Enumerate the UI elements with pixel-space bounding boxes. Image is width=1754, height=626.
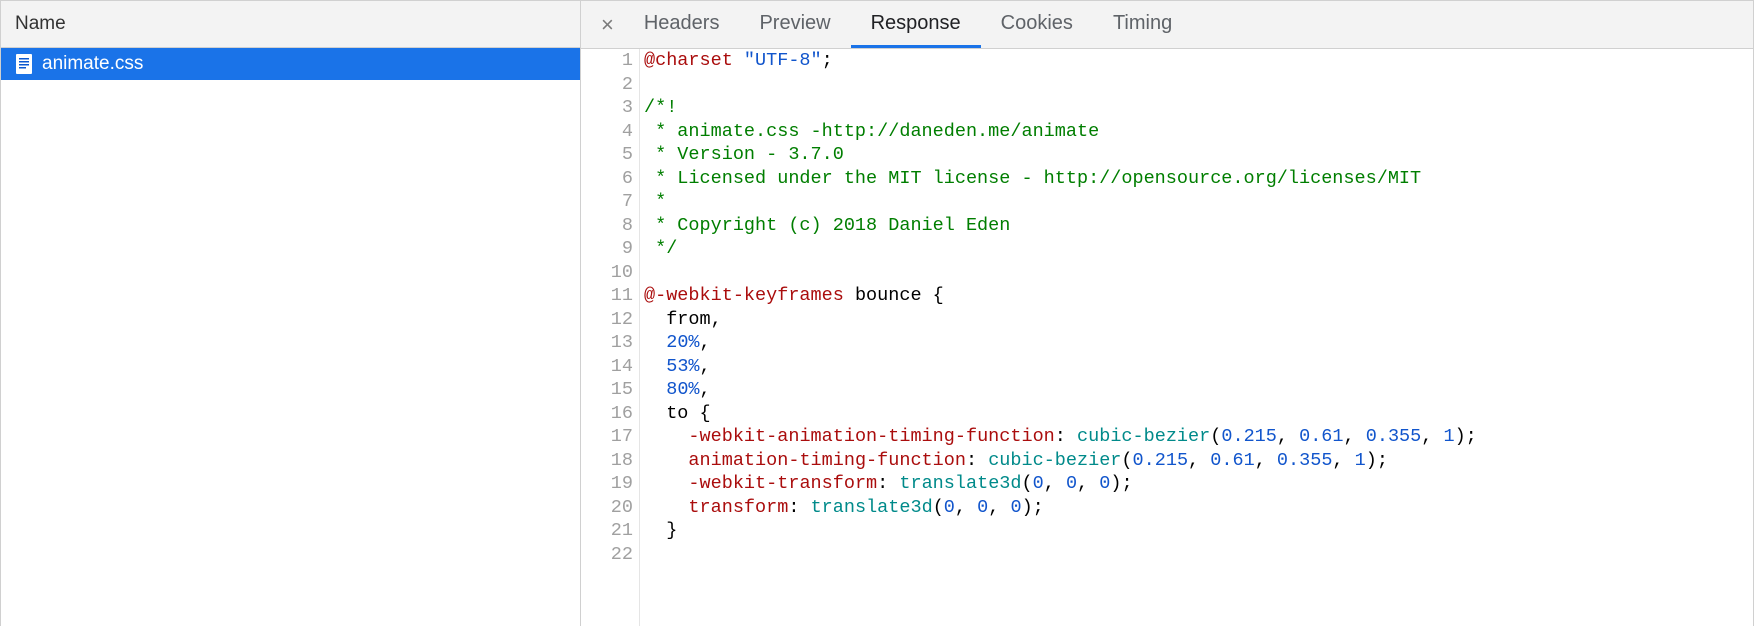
code-line xyxy=(644,543,1477,567)
code-area[interactable]: 12345678910111213141516171819202122 @cha… xyxy=(581,49,1753,626)
line-number: 5 xyxy=(591,143,633,167)
tab-response[interactable]: Response xyxy=(851,1,981,48)
code-line: 20%, xyxy=(644,331,1477,355)
line-number: 19 xyxy=(591,472,633,496)
close-icon[interactable]: × xyxy=(591,14,624,36)
file-row[interactable]: animate.css xyxy=(1,48,580,80)
code-line: * Version - 3.7.0 xyxy=(644,143,1477,167)
code-line: 80%, xyxy=(644,378,1477,402)
line-gutter: 12345678910111213141516171819202122 xyxy=(581,49,640,626)
line-number: 8 xyxy=(591,214,633,238)
tab-timing[interactable]: Timing xyxy=(1093,1,1192,48)
line-number: 4 xyxy=(591,120,633,144)
code-line: @charset "UTF-8"; xyxy=(644,49,1477,73)
line-number: 15 xyxy=(591,378,633,402)
file-icon xyxy=(15,53,33,75)
file-list: animate.css xyxy=(1,48,580,626)
code-line xyxy=(644,73,1477,97)
code-line: animation-timing-function: cubic-bezier(… xyxy=(644,449,1477,473)
line-number: 6 xyxy=(591,167,633,191)
code-line: -webkit-animation-timing-function: cubic… xyxy=(644,425,1477,449)
code-line: transform: translate3d(0, 0, 0); xyxy=(644,496,1477,520)
code-line: 53%, xyxy=(644,355,1477,379)
line-number: 9 xyxy=(591,237,633,261)
line-number: 18 xyxy=(591,449,633,473)
name-column-header[interactable]: Name xyxy=(1,1,580,48)
line-number: 14 xyxy=(591,355,633,379)
code-line: @-webkit-keyframes bounce { xyxy=(644,284,1477,308)
code-content[interactable]: @charset "UTF-8"; /*! * animate.css -htt… xyxy=(640,49,1477,626)
code-line: * xyxy=(644,190,1477,214)
line-number: 13 xyxy=(591,331,633,355)
tab-cookies[interactable]: Cookies xyxy=(981,1,1093,48)
code-line: */ xyxy=(644,237,1477,261)
line-number: 20 xyxy=(591,496,633,520)
network-file-panel: Name animate.css xyxy=(1,1,581,626)
line-number: 10 xyxy=(591,261,633,285)
line-number: 17 xyxy=(591,425,633,449)
code-line: } xyxy=(644,519,1477,543)
file-name: animate.css xyxy=(42,53,143,75)
code-line: to { xyxy=(644,402,1477,426)
code-line xyxy=(644,261,1477,285)
code-line: -webkit-transform: translate3d(0, 0, 0); xyxy=(644,472,1477,496)
tab-bar: × HeadersPreviewResponseCookiesTiming xyxy=(581,1,1753,49)
code-line: * animate.css -http://daneden.me/animate xyxy=(644,120,1477,144)
tab-preview[interactable]: Preview xyxy=(739,1,850,48)
line-number: 16 xyxy=(591,402,633,426)
response-panel: × HeadersPreviewResponseCookiesTiming 12… xyxy=(581,1,1754,626)
line-number: 3 xyxy=(591,96,633,120)
code-line: * Licensed under the MIT license - http:… xyxy=(644,167,1477,191)
line-number: 22 xyxy=(591,543,633,567)
line-number: 21 xyxy=(591,519,633,543)
line-number: 7 xyxy=(591,190,633,214)
tab-headers[interactable]: Headers xyxy=(624,1,740,48)
code-line: * Copyright (c) 2018 Daniel Eden xyxy=(644,214,1477,238)
tabs-container: HeadersPreviewResponseCookiesTiming xyxy=(624,1,1192,48)
line-number: 2 xyxy=(591,73,633,97)
line-number: 12 xyxy=(591,308,633,332)
code-line: /*! xyxy=(644,96,1477,120)
line-number: 11 xyxy=(591,284,633,308)
line-number: 1 xyxy=(591,49,633,73)
code-line: from, xyxy=(644,308,1477,332)
